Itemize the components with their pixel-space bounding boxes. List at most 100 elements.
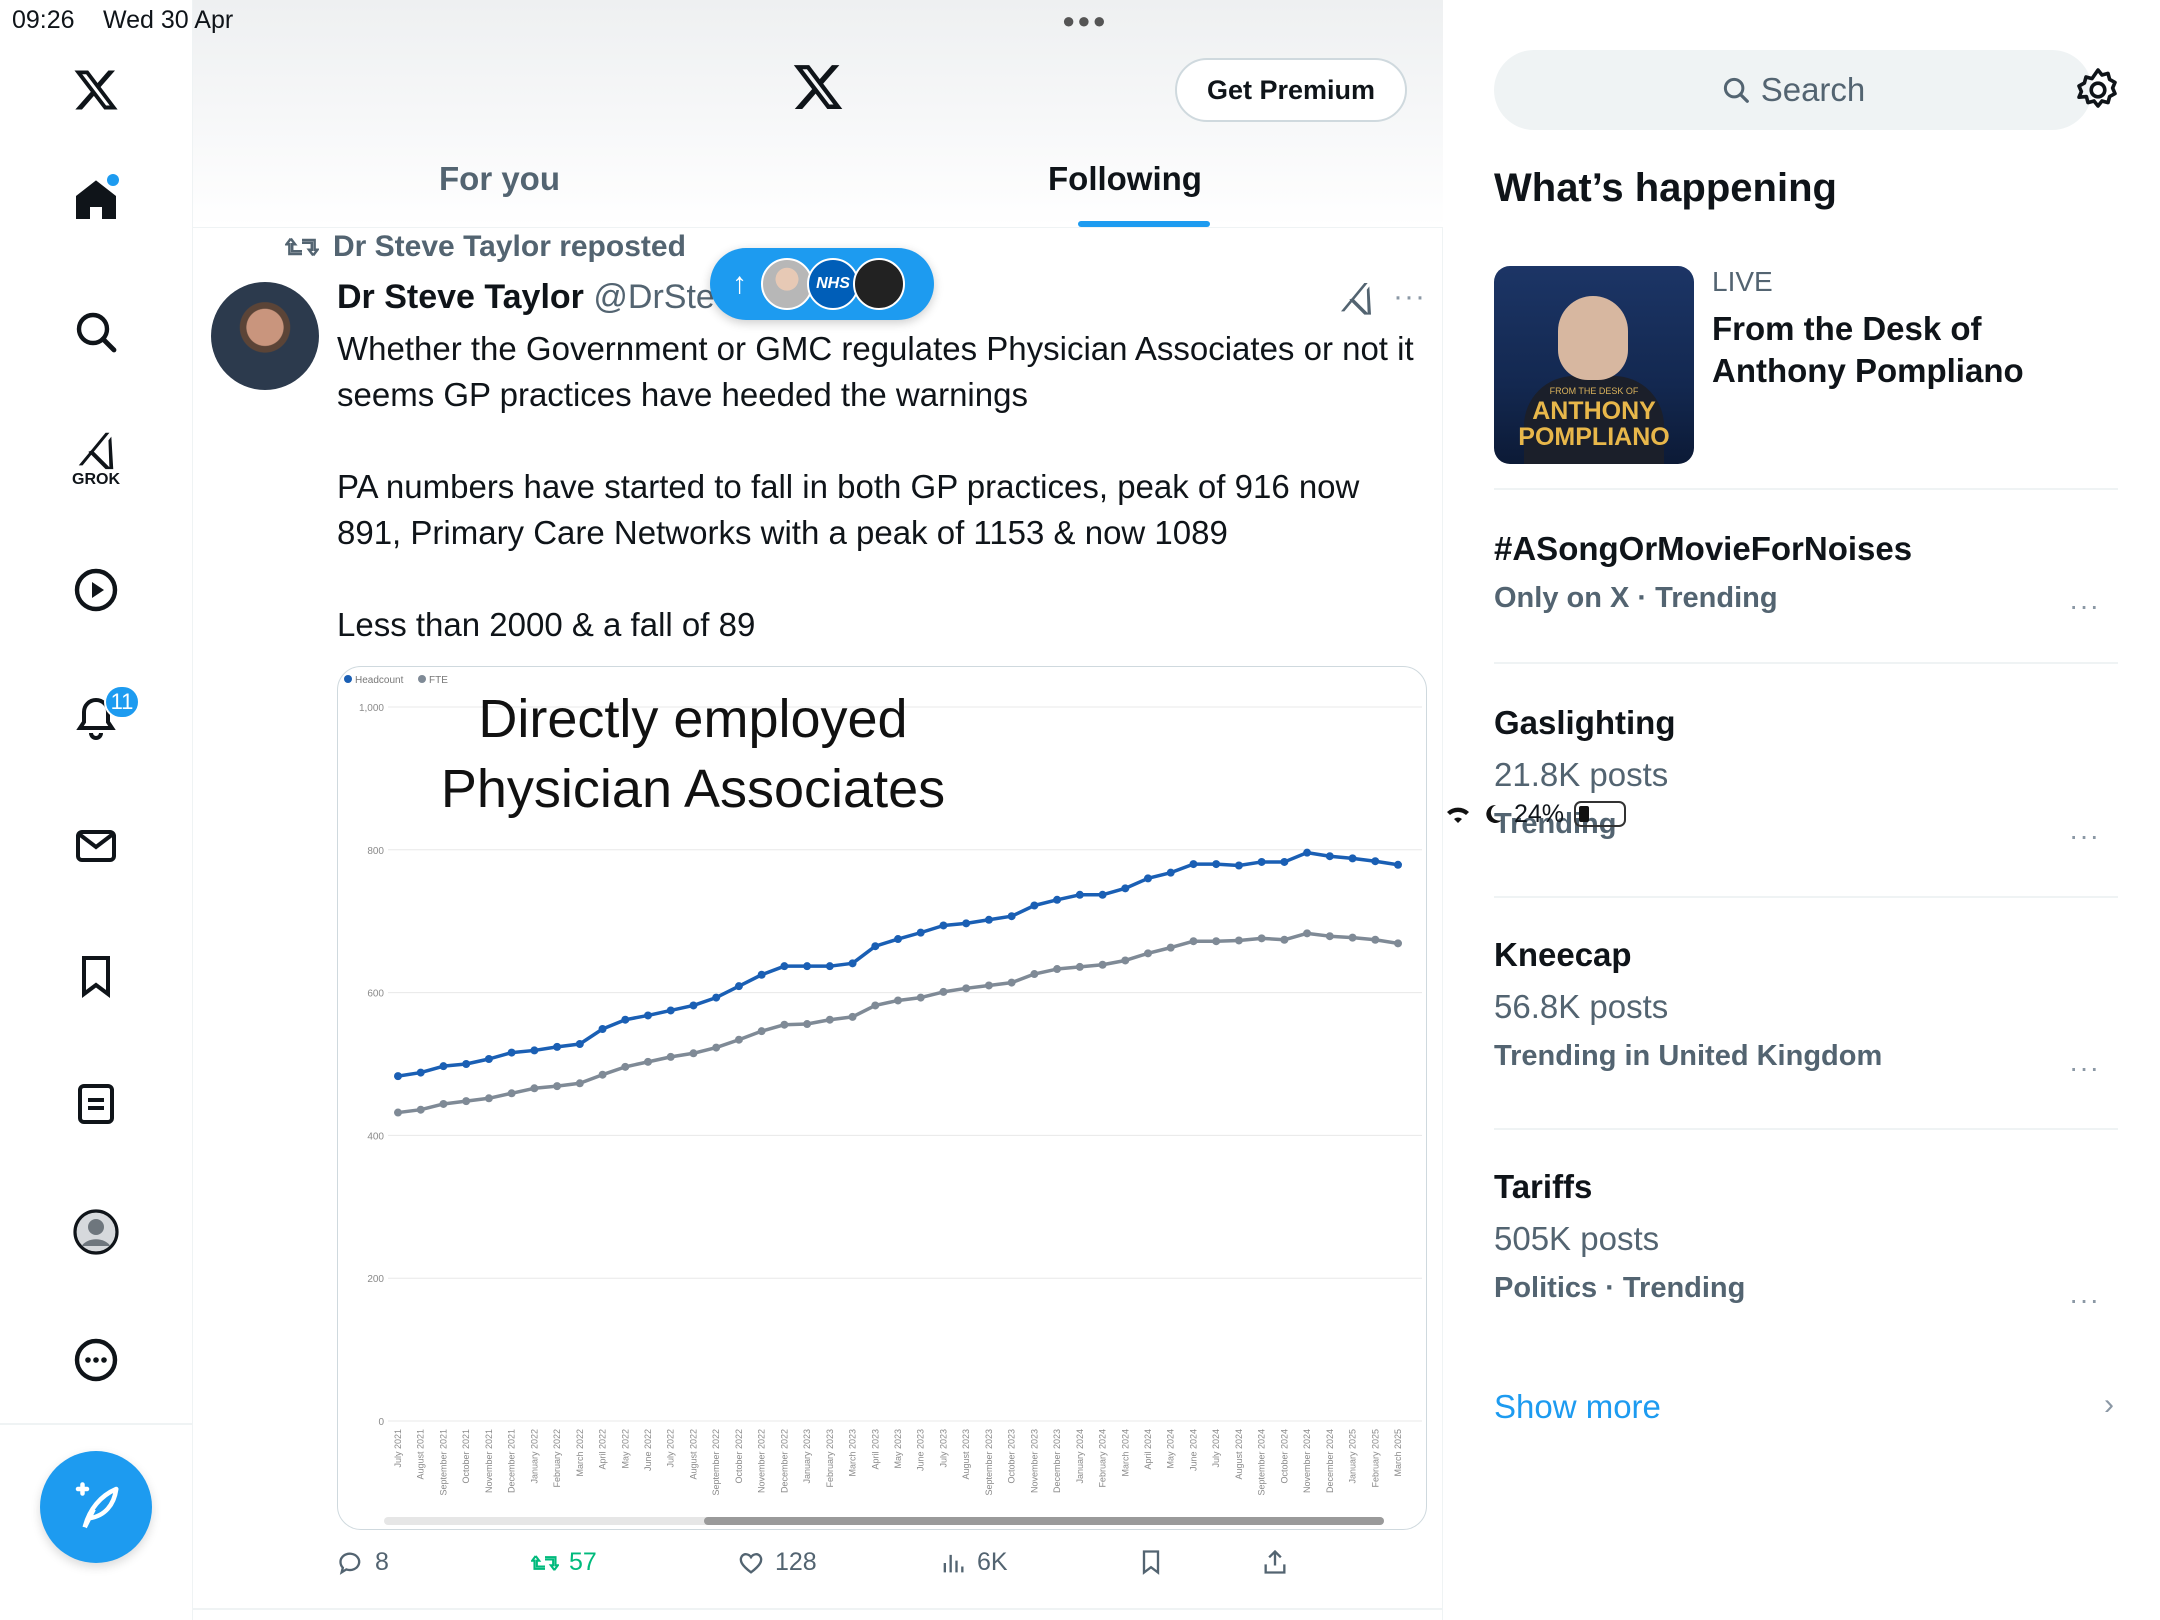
post-more-icon[interactable]: ··· <box>1393 280 1426 314</box>
arrow-up-icon: ↑ <box>732 267 747 300</box>
data-point <box>530 1084 539 1093</box>
data-point <box>894 935 902 944</box>
data-point <box>825 962 834 971</box>
explore-search-icon[interactable] <box>58 294 134 370</box>
repost-icon <box>531 1554 559 1571</box>
x-tick-label: April 2023 <box>870 1429 880 1470</box>
x-tick-label: June 2023 <box>916 1429 926 1471</box>
x-logo-center-icon[interactable] <box>791 60 845 114</box>
data-point <box>644 1057 652 1066</box>
notifications-badge: 11 <box>104 685 140 719</box>
data-point <box>780 1020 789 1029</box>
y-tick-label: 600 <box>367 989 384 1000</box>
active-tab-indicator <box>1078 221 1210 227</box>
data-point <box>962 919 971 928</box>
x-tick-label: March 2022 <box>575 1429 585 1477</box>
data-point <box>1303 848 1312 857</box>
author-name[interactable]: Dr Steve Taylor <box>337 278 584 316</box>
compose-post-button[interactable] <box>40 1451 152 1563</box>
bookmarks-icon[interactable] <box>58 938 134 1014</box>
grok-explain-icon[interactable] <box>1336 278 1376 318</box>
home-icon[interactable] <box>58 163 134 239</box>
x-tick-label: October 2022 <box>734 1429 744 1484</box>
data-point <box>1121 956 1130 965</box>
home-unread-dot <box>107 174 119 186</box>
x-tick-label: July 2024 <box>1211 1429 1221 1468</box>
repost-button[interactable]: 57 <box>531 1548 597 1577</box>
left-nav: GROK 11 <box>0 0 193 1620</box>
more-options-icon[interactable] <box>58 1322 134 1398</box>
tweet-actions: 8 57 128 6K <box>337 1548 1427 1588</box>
views-button[interactable]: 6K <box>939 1548 1008 1577</box>
x-tick-label: January 2024 <box>1075 1429 1085 1484</box>
x-tick-label: March 2025 <box>1393 1429 1403 1477</box>
x-tick-label: February 2023 <box>825 1429 835 1488</box>
x-tick-label: May 2022 <box>620 1429 630 1469</box>
x-tick-label: October 2021 <box>461 1429 471 1484</box>
data-point <box>1234 861 1243 870</box>
profile-avatar-icon[interactable] <box>58 1194 134 1270</box>
get-premium-button[interactable]: Get Premium <box>1175 58 1407 122</box>
video-play-icon[interactable] <box>58 552 134 628</box>
grok-icon <box>78 432 114 470</box>
data-point <box>848 1012 857 1021</box>
data-point <box>1371 857 1380 866</box>
data-point <box>1121 884 1130 893</box>
new-posts-pill[interactable]: ↑ NHS <box>710 248 934 320</box>
chart-scrollbar[interactable] <box>384 1517 1384 1525</box>
data-point <box>462 1097 471 1106</box>
repost-label: Dr Steve Taylor reposted <box>333 230 686 263</box>
reply-button[interactable]: 8 <box>337 1548 389 1577</box>
share-button[interactable] <box>1261 1548 1289 1576</box>
x-tick-label: July 2021 <box>393 1429 403 1468</box>
tweet-media-chart[interactable]: Headcount FTE 0 200 400 600 800 1,000 July 2021 A… <box>337 666 1427 1530</box>
data-point <box>1098 890 1107 899</box>
x-tick-label: February 2024 <box>1098 1429 1108 1488</box>
multitasking-dots[interactable]: ●●● <box>1062 8 1108 34</box>
tab-for-you[interactable]: For you <box>439 160 560 198</box>
main-timeline: Get Premium For you Following Dr Steve T… <box>193 0 1443 1620</box>
messages-mail-icon[interactable] <box>58 808 134 884</box>
data-point <box>1371 935 1380 944</box>
data-point <box>1348 854 1357 863</box>
data-point <box>1053 895 1062 904</box>
y-tick-label: 800 <box>367 846 384 857</box>
data-point <box>621 1062 630 1071</box>
data-point <box>962 984 971 993</box>
author-line[interactable]: Dr Steve Taylor @DrStev <box>337 278 732 317</box>
repost-icon <box>285 237 319 257</box>
series-line <box>397 931 1399 1115</box>
data-point <box>1007 912 1016 921</box>
tweet-paragraph: PA numbers have started to fall in both … <box>337 468 1360 551</box>
data-point <box>916 993 925 1002</box>
tab-following[interactable]: Following <box>1048 160 1202 198</box>
series-line <box>397 850 1399 1078</box>
data-point <box>666 1006 675 1015</box>
lists-icon[interactable] <box>58 1066 134 1142</box>
data-point <box>553 1042 562 1051</box>
data-point <box>484 1055 493 1064</box>
x-tick-label: March 2023 <box>848 1429 858 1477</box>
x-logo-icon[interactable] <box>58 52 134 128</box>
data-point <box>1348 933 1357 942</box>
bookmark-button[interactable] <box>1137 1548 1165 1576</box>
x-tick-label: October 2024 <box>1279 1429 1289 1484</box>
data-point <box>1257 934 1266 943</box>
new-post-avatar: NHS <box>807 258 859 310</box>
data-point <box>1212 860 1221 869</box>
author-avatar[interactable] <box>211 282 319 390</box>
chart-scrollbar-thumb[interactable] <box>704 1517 1384 1525</box>
data-point <box>939 987 948 996</box>
new-post-avatar <box>761 258 813 310</box>
tweet-paragraph: Whether the Government or GMC regulates … <box>337 330 1414 413</box>
nav-divider <box>0 1423 193 1425</box>
chart-title: Physician Associates <box>441 759 945 819</box>
like-button[interactable]: 128 <box>737 1548 817 1577</box>
data-point <box>1144 949 1152 958</box>
grok-nav-item[interactable]: GROK <box>58 420 134 496</box>
data-point <box>394 1108 402 1117</box>
reply-icon <box>339 1552 361 1575</box>
data-point <box>734 1035 743 1044</box>
data-point <box>1030 970 1039 979</box>
data-point <box>984 981 993 990</box>
